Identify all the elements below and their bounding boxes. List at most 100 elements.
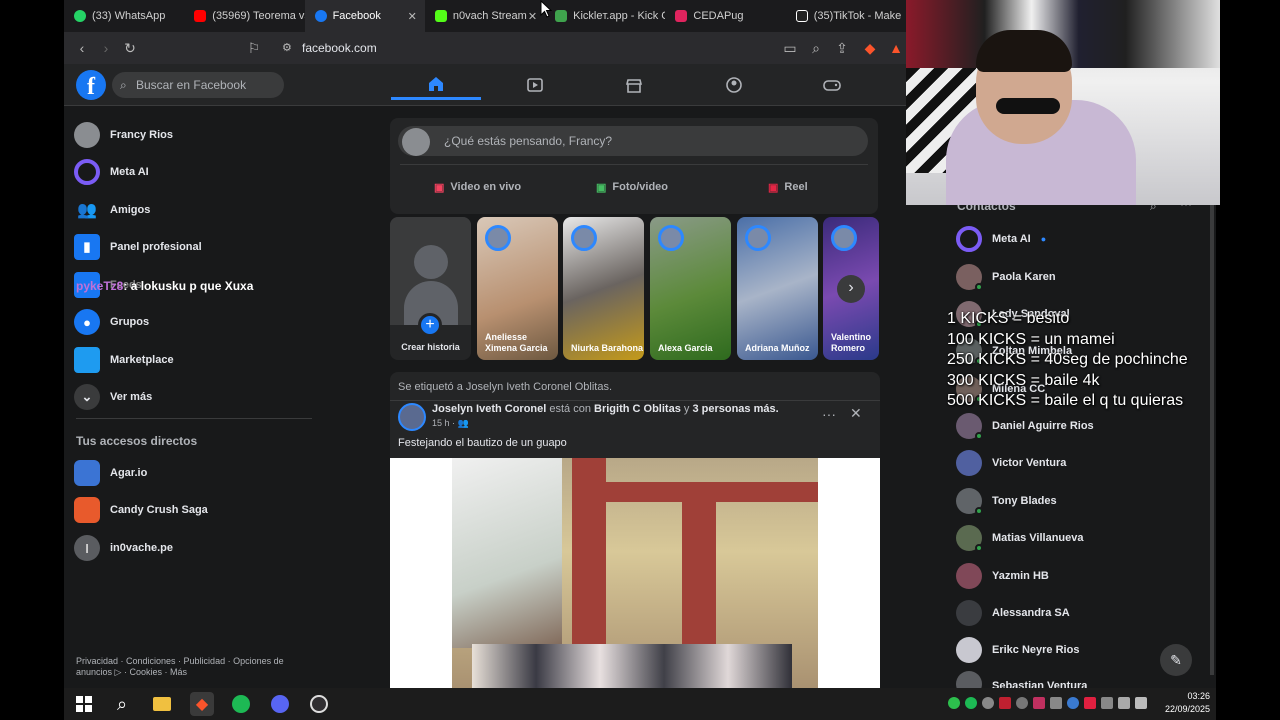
nav-video[interactable] [490,70,580,100]
shortcut-agar[interactable]: Agar.io [74,456,147,490]
network-icon[interactable] [1118,697,1130,709]
close-tab-icon[interactable]: ✕ [528,10,537,23]
sidebar-item-friends[interactable]: 👥 Amigos [74,193,150,227]
sidebar-item-meta-ai[interactable]: Meta AI [74,155,149,189]
stories-next-button[interactable]: › [837,275,865,303]
back-icon[interactable]: ‹ [70,40,94,56]
bookmark-icon[interactable]: ⚐ [242,40,266,57]
gaming-icon [823,80,841,91]
story-card[interactable]: Niurka Barahona [563,217,644,360]
zoom-icon[interactable]: ⌕ [804,40,828,57]
agar-icon [74,460,100,486]
browser-tab[interactable]: (35969) Teorema vs [184,0,305,32]
sidebar-item-groups[interactable]: ● Grupos [74,305,149,339]
chevron-down-icon: ⌄ [74,384,100,410]
reel-icon: ▣ [768,181,779,194]
scrollbar[interactable] [1210,205,1214,675]
browser-tab[interactable]: (33) WhatsApp [64,0,184,32]
contact-item[interactable]: Yazmin HB [956,559,1049,593]
contact-item[interactable]: Daniel Aguirre Rios [956,409,1094,443]
cast-icon[interactable]: ▭ [778,40,802,57]
contact-item[interactable]: Tony Blades [956,484,1057,518]
clock[interactable]: 03:26 22/09/2025 [1160,690,1210,716]
share-icon[interactable]: ⇪ [830,40,854,57]
spotify-icon[interactable] [229,692,253,716]
url-text: facebook.com [302,41,377,55]
nav-marketplace[interactable] [589,70,679,100]
search-icon[interactable]: ⌕ [110,692,134,716]
tray-app-icon[interactable] [948,697,960,709]
windows-start-icon[interactable] [72,692,96,716]
contact-item[interactable]: Victor Ventura [956,446,1066,480]
facebook-logo[interactable]: f [76,70,106,100]
tray-app-icon[interactable] [1084,697,1096,709]
browser-tab[interactable]: n0vach Stream ✕ [425,0,545,32]
photo-video-button[interactable]: ▣ Foto/video [596,174,668,200]
discord-icon[interactable] [268,692,292,716]
contact-item[interactable]: Erikc Neyre Rios [956,633,1079,667]
footer-links[interactable]: Privacidad · Condiciones · Publicidad · … [76,656,298,678]
post-others[interactable]: 3 personas más. [692,403,778,415]
url-field[interactable]: facebook.com [274,37,784,59]
post-input[interactable]: ¿Qué estás pensando, Francy? [398,126,868,156]
avatar [956,600,982,626]
contact-item[interactable]: Matias Villanueva [956,521,1084,555]
contact-item[interactable]: Sebastian Ventura [956,671,1087,688]
brave-browser-icon[interactable]: ◆ [190,692,214,716]
forward-icon[interactable]: › [94,40,118,56]
browser-tab-active[interactable]: Facebook ✕ [304,0,425,32]
sidebar-item-profile[interactable]: Francy Rios [74,118,173,152]
sidebar-item-dashboard[interactable]: ▮ Panel profesional [74,230,202,264]
tray-app-icon[interactable] [999,697,1011,709]
nav-gaming[interactable] [787,70,877,100]
shortcut-in0vache[interactable]: Iin0vache.pe [74,531,173,565]
obs-icon[interactable] [307,692,331,716]
live-video-button[interactable]: ▣ Video en vivo [434,174,521,200]
contact-item[interactable]: Paola Karen [956,260,1056,294]
story-card[interactable]: Adriana Muñoz [737,217,818,360]
story-card[interactable]: Alexa Garcia [650,217,731,360]
browser-tab-bar: (33) WhatsApp (35969) Teorema vs Faceboo… [64,0,906,32]
search-input[interactable]: ⌕ Buscar en Facebook [112,72,284,98]
sidebar-item-label: Meta AI [110,166,149,178]
avatar [414,245,448,279]
photo-people [472,644,792,688]
contact-item[interactable]: Alessandra SA [956,596,1070,630]
tray-app-icon[interactable] [1101,697,1113,709]
post-close-icon[interactable]: ✕ [850,405,862,422]
new-message-button[interactable]: ✎ [1160,644,1192,676]
close-tab-icon[interactable]: ✕ [408,10,417,23]
tray-spotify-icon[interactable] [965,697,977,709]
story-card[interactable]: Aneliesse Ximena Garcia [477,217,558,360]
file-explorer-icon[interactable] [150,692,174,716]
tray-app-icon[interactable] [982,697,994,709]
post-tagged-person[interactable]: Brigith C Oblitas [594,403,681,415]
sidebar-item-marketplace[interactable]: Marketplace [74,343,174,377]
create-story-card[interactable]: + Crear historia [390,217,471,360]
tray-app-icon[interactable] [1050,697,1062,709]
shortcut-candy-crush[interactable]: Candy Crush Saga [74,493,208,527]
reel-button[interactable]: ▣ Reel [768,174,808,200]
browser-tab[interactable]: Kickleт.app - Kick C [545,0,665,32]
volume-icon[interactable] [1135,697,1147,709]
sidebar-item-see-more[interactable]: ⌄ Ver más [74,380,152,414]
browser-tab[interactable]: (35)TikTok - Make [786,0,906,32]
tray-app-icon[interactable] [1033,697,1045,709]
reload-icon[interactable]: ↻ [118,40,142,57]
stream-chat-message: pykeTz8: a lokusku p que Xuxa [76,279,253,293]
avatar[interactable] [398,403,426,431]
post-more-icon[interactable]: ··· [822,406,836,422]
post-author[interactable]: Joselyn Iveth Coronel [432,403,546,415]
groups-icon [726,77,742,93]
youtube-icon [194,10,207,22]
contact-item[interactable]: Meta AI ● [956,222,1046,256]
site-settings-icon[interactable]: ⚙ [282,41,292,54]
browser-tab[interactable]: CEDAPug [665,0,785,32]
tray-app-icon[interactable] [1016,697,1028,709]
post-photo[interactable] [390,458,880,688]
brave-shield-icon[interactable]: ◆ [858,40,882,57]
brave-rewards-icon[interactable]: ▲ [884,40,908,56]
nav-home[interactable] [391,70,481,100]
tray-steam-icon[interactable] [1067,697,1079,709]
nav-groups[interactable] [689,70,779,100]
